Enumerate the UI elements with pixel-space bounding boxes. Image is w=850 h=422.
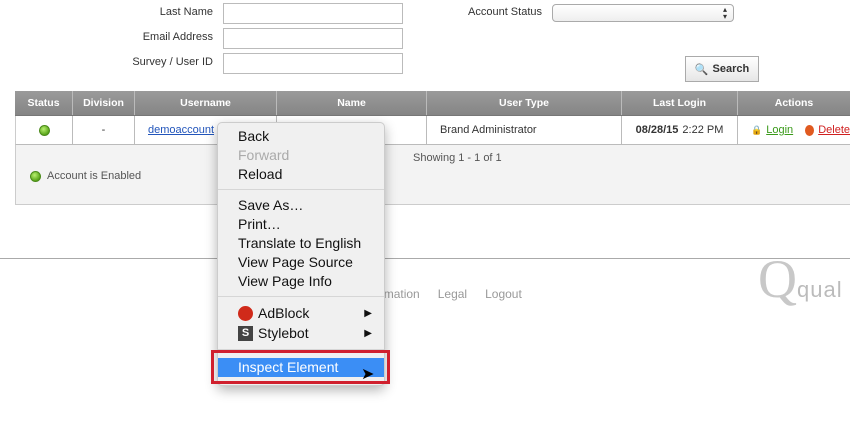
mouse-cursor-icon: ➤ [361, 366, 375, 383]
col-name[interactable]: Name [277, 91, 427, 115]
menu-adblock[interactable]: AdBlock ▶ [218, 304, 384, 323]
survey-id-input[interactable] [223, 53, 403, 74]
col-username[interactable]: Username [135, 91, 277, 115]
email-label: Email Address [142, 31, 213, 43]
last-name-input[interactable] [223, 3, 403, 24]
last-name-label: Last Name [159, 6, 213, 18]
table-header: Status Division Username Name User Type … [15, 91, 850, 116]
menu-separator [218, 296, 384, 297]
footer-divider [0, 258, 850, 259]
col-last-login[interactable]: Last Login [622, 91, 738, 115]
survey-id-label: Survey / User ID [132, 56, 213, 68]
account-status-label: Account Status [468, 6, 542, 18]
login-link[interactable]: Login [766, 124, 793, 136]
user-type-cell: Brand Administrator [427, 116, 622, 144]
users-table: Status Division Username Name User Type … [15, 91, 850, 205]
col-actions: Actions [774, 97, 814, 109]
menu-stylebot-label: Stylebot [258, 325, 309, 341]
pagination-text: Showing 1 - 1 of 1 [413, 152, 502, 164]
delete-icon [805, 124, 815, 136]
search-button-label: Search [712, 63, 750, 75]
magnifier-icon: 🔍 [694, 63, 709, 76]
division-cell: - [73, 116, 135, 144]
adblock-icon [238, 306, 253, 321]
menu-back[interactable]: Back [218, 127, 384, 146]
menu-view-source[interactable]: View Page Source [218, 253, 384, 272]
menu-stylebot[interactable]: S Stylebot ▶ [218, 324, 384, 343]
col-division[interactable]: Division [73, 91, 135, 115]
qualtrics-logo: Qqual [758, 249, 843, 309]
logout-link[interactable]: Logout [485, 287, 522, 301]
stylebot-icon: S [238, 326, 253, 341]
menu-separator [218, 189, 384, 190]
col-user-type[interactable]: User Type [427, 91, 622, 115]
legal-link[interactable]: Legal [438, 287, 467, 301]
menu-save-as[interactable]: Save As… [218, 196, 384, 215]
table-row: - demoaccount Brand Administrator 08/28/… [15, 116, 850, 145]
lock-icon: 🔒 [751, 124, 763, 135]
enabled-legend-icon [30, 170, 41, 182]
submenu-arrow-icon: ▶ [364, 328, 372, 339]
menu-translate[interactable]: Translate to English [218, 234, 384, 253]
enabled-status-icon [38, 124, 50, 136]
table-footer: Showing 1 - 1 of 1 Account is Enabled [15, 145, 850, 205]
menu-adblock-label: AdBlock [258, 305, 310, 321]
col-status[interactable]: Status [15, 91, 73, 115]
menu-view-page-info[interactable]: View Page Info [218, 272, 384, 291]
username-link[interactable]: demoaccount [148, 124, 214, 136]
select-arrows-icon: ▴ ▾ [722, 5, 727, 21]
context-menu: Back Forward Reload Save As… Print… Tran… [217, 122, 385, 386]
delete-link[interactable]: Delete [818, 124, 850, 136]
account-status-select[interactable]: ▴ ▾ [552, 4, 734, 22]
menu-forward: Forward [238, 147, 290, 163]
status-legend: Account is Enabled [30, 170, 141, 182]
status-cell [16, 116, 73, 144]
last-login-date: 08/28/15 [635, 124, 679, 136]
menu-print[interactable]: Print… [218, 215, 384, 234]
last-login-time: 2:22 PM [682, 124, 724, 136]
submenu-arrow-icon: ▶ [364, 308, 372, 319]
legend-text: Account is Enabled [47, 170, 142, 182]
last-login-cell: 08/28/15 2:22 PM [622, 116, 738, 144]
email-input[interactable] [223, 28, 403, 49]
search-button[interactable]: 🔍 Search [685, 56, 759, 82]
menu-reload[interactable]: Reload [218, 165, 384, 184]
